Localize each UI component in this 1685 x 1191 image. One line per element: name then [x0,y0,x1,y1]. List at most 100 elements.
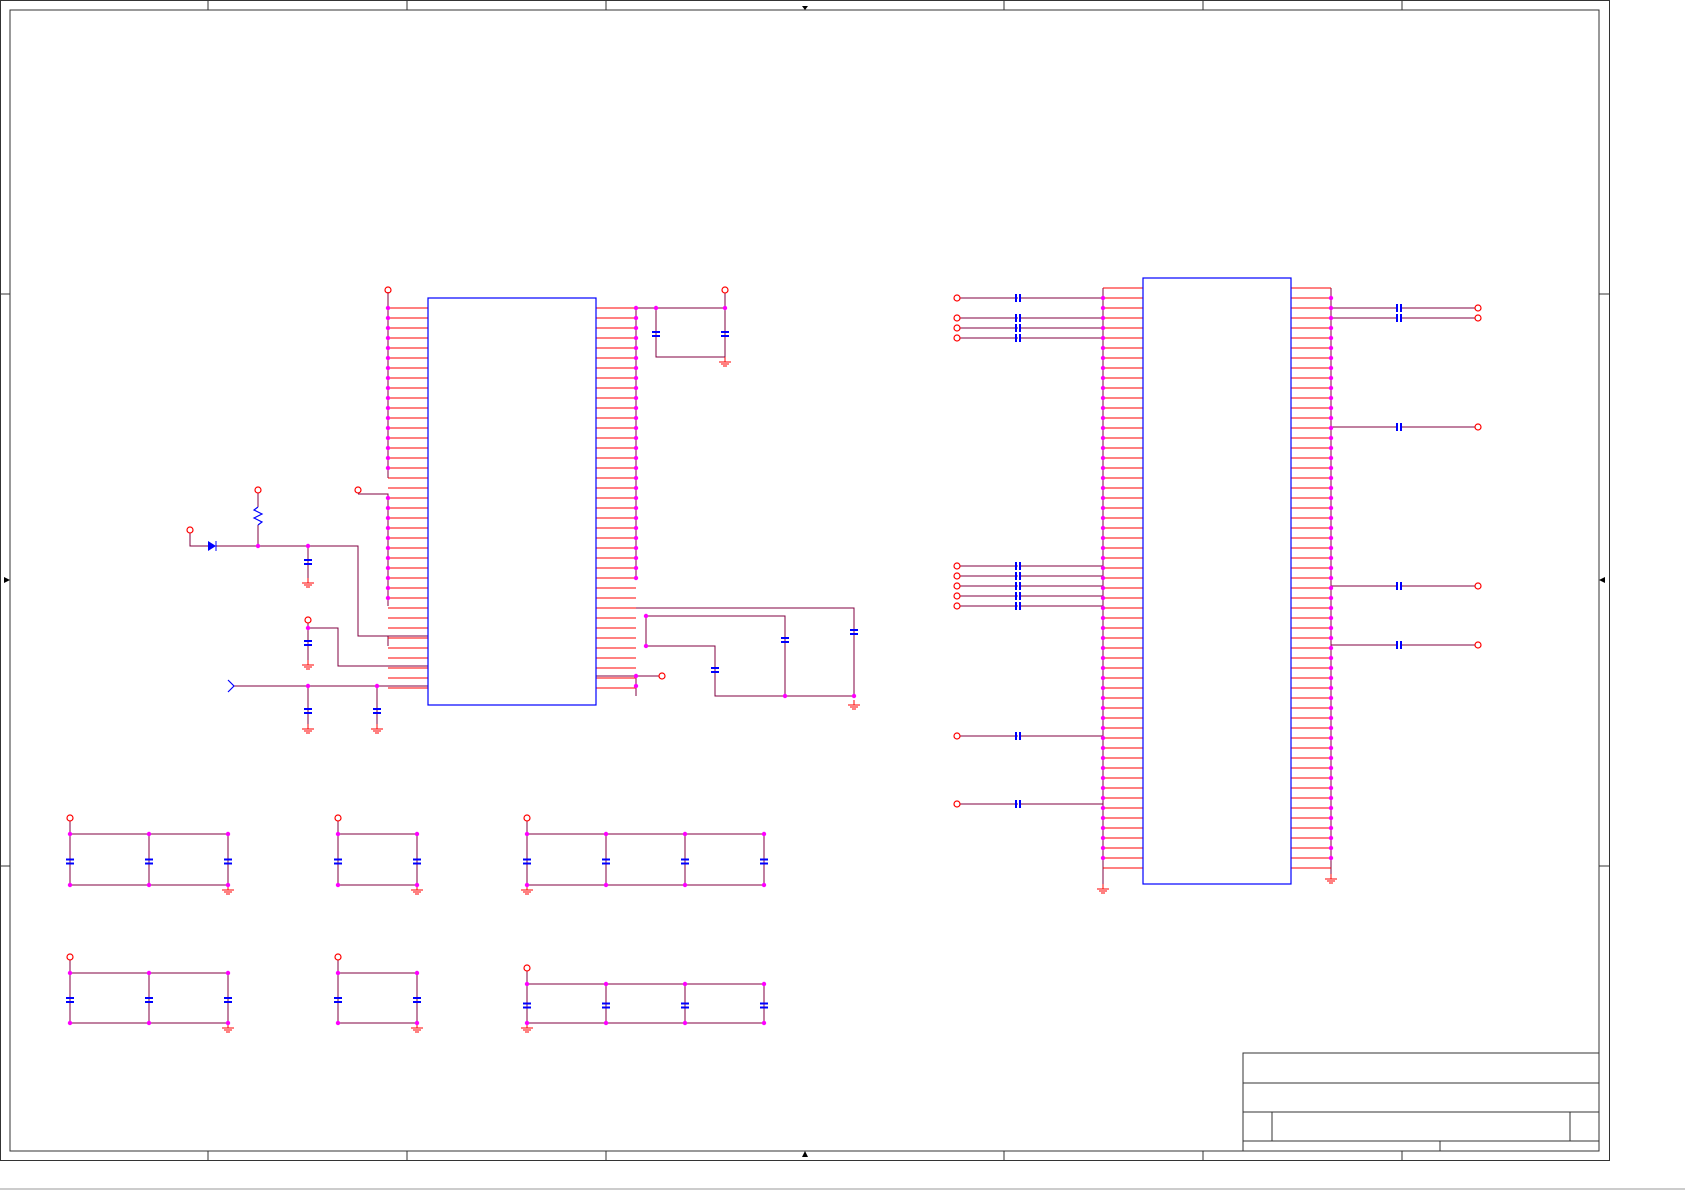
junction-dot [851,693,857,699]
junction-dot [1328,485,1334,491]
junction-dot [1100,435,1106,441]
junction-dot [633,485,639,491]
junction-dot [1328,825,1334,831]
junction-dot [225,1020,231,1026]
junction-dot [146,882,152,888]
junction-dot [305,683,311,689]
junction-dot [633,575,639,581]
junction-dot [1328,305,1334,311]
junction-dot [1100,745,1106,751]
junction-dot [385,355,391,361]
junction-dot [1100,375,1106,381]
junction-dot [1328,775,1334,781]
wire [189,533,208,547]
junction-dot [385,565,391,571]
junction-dot [385,395,391,401]
junction-dot [1328,465,1334,471]
power-port-icon [354,486,362,494]
ground-icon [302,660,314,670]
junction-dot [1100,825,1106,831]
junction-dot [633,683,639,689]
junction-dot [1328,385,1334,391]
junction-dot [1100,295,1106,301]
junction-dot [335,1020,341,1026]
junction-dot [524,831,530,837]
junction-dot [146,1020,152,1026]
junction-dot [1328,495,1334,501]
junction-dot [761,1020,767,1026]
junction-dot [633,345,639,351]
junction-dot [1328,835,1334,841]
junction-dot [1100,815,1106,821]
junction-dot [1100,615,1106,621]
junction-dot [385,435,391,441]
junction-dot [1328,625,1334,631]
capacitor-icon [1396,304,1402,312]
junction-dot [1100,575,1106,581]
junction-dot [1328,425,1334,431]
power-port-icon [953,562,961,570]
pins-layer [388,287,1331,869]
diode-icon [208,541,216,551]
junction-dot [385,385,391,391]
junction-dot [414,882,420,888]
junction-dot [633,375,639,381]
junction-dot [1100,385,1106,391]
junction-dot [603,831,609,837]
junction-dot [1328,605,1334,611]
junction-dot [1100,695,1106,701]
wire [308,627,428,667]
junction-dot [385,445,391,451]
power-port-icon [953,324,961,332]
power-port-icon [953,582,961,590]
junction-dot [1100,325,1106,331]
capacitor-icon [1396,314,1402,322]
junction-dot [643,643,649,649]
junction-dot [1328,695,1334,701]
junction-dot [633,305,639,311]
junction-dot [1100,505,1106,511]
junction-dot [633,385,639,391]
junction-dot [414,970,420,976]
ic-body [1142,277,1292,885]
junction-dot [1100,845,1106,851]
junction-dot [1100,765,1106,771]
junction-dot [335,882,341,888]
junction-dot [374,683,380,689]
junction-dot [1328,595,1334,601]
junction-dot [1100,645,1106,651]
junction-dot [1100,475,1106,481]
junction-dot [385,515,391,521]
junction-dot [1100,455,1106,461]
junction-dot [385,315,391,321]
junction-dot [633,405,639,411]
title-block-frame [1242,1052,1600,1152]
junction-dot [1328,565,1334,571]
junction-dot [1328,855,1334,861]
ground-icon [719,357,731,367]
ground-icon [1325,874,1337,884]
junction-dot [1100,715,1106,721]
junction-dot [682,882,688,888]
junction-dot [1328,375,1334,381]
power-port-icon [66,814,74,822]
junction-dot [1328,635,1334,641]
junction-dot [1328,505,1334,511]
junction-dot [1328,685,1334,691]
junction-dot [1100,415,1106,421]
junction-dot [1328,615,1334,621]
junction-dot [1328,345,1334,351]
junction-dot [146,831,152,837]
junction-dot [385,535,391,541]
junction-dot [1328,515,1334,521]
power-port-icon [1474,582,1482,590]
junction-dot [682,831,688,837]
junction-dot [1100,545,1106,551]
junction-dot [524,882,530,888]
junction-dot [1100,855,1106,861]
junction-dot [1100,755,1106,761]
junction-dot [1100,515,1106,521]
resistor-icon [252,506,264,526]
ground-icon [371,724,383,734]
junction-dot [633,505,639,511]
